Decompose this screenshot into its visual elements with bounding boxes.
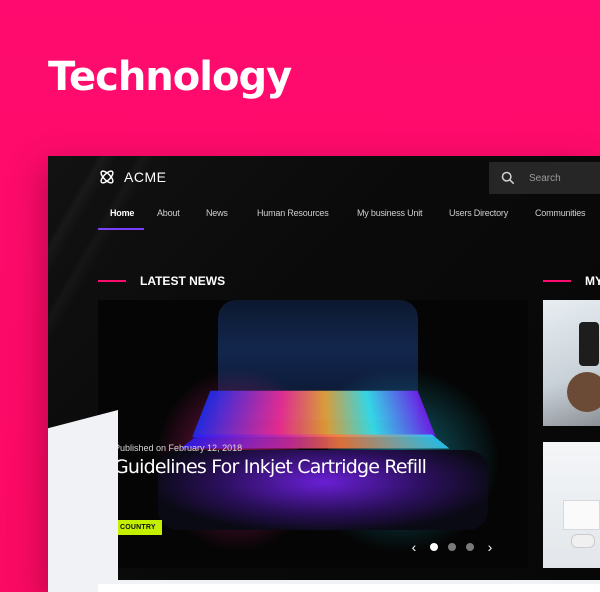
brand-logo[interactable]: ACME <box>98 168 166 186</box>
pager-dot[interactable] <box>466 543 474 551</box>
app-screenshot-frame: ACME Home About News Human Resources My … <box>48 156 600 592</box>
brand-name: ACME <box>124 169 167 185</box>
section-latest-news-label: LATEST NEWS <box>140 274 226 288</box>
thumbnail-hand-image <box>567 372 600 412</box>
section-my: MY <box>543 274 600 288</box>
thumbnail-console-image <box>563 500 600 530</box>
page-heading: Technology <box>48 54 292 100</box>
nav-item-about[interactable]: About <box>157 208 180 218</box>
search-icon <box>501 171 515 185</box>
nav-active-indicator <box>98 228 144 230</box>
side-news-thumbnail[interactable] <box>543 442 600 568</box>
slide-title[interactable]: Guidelines For Inkjet Cartridge Refill <box>114 456 427 478</box>
site-header: ACME Home About News Human Resources My … <box>48 156 600 580</box>
nav-item-communities[interactable]: Communities <box>535 208 586 218</box>
slider-pager: ‹ › <box>408 540 496 554</box>
section-latest-news: LATEST NEWS <box>98 274 225 288</box>
search-box[interactable] <box>489 162 600 194</box>
category-badge[interactable]: COUNTRY <box>114 520 162 535</box>
section-accent-bar <box>543 280 571 282</box>
chevron-right-icon[interactable]: › <box>484 540 496 554</box>
thumbnail-phone-image <box>579 322 599 366</box>
pager-dot[interactable] <box>448 543 456 551</box>
content-card <box>98 584 600 592</box>
search-input[interactable] <box>529 172 599 184</box>
nav-item-home[interactable]: Home <box>110 208 134 218</box>
background-shape <box>48 410 118 592</box>
side-news-thumbnail[interactable] <box>543 300 600 426</box>
nav-item-users-directory[interactable]: Users Directory <box>449 208 508 218</box>
nav-item-my-business-unit[interactable]: My business Unit <box>357 208 423 218</box>
atom-icon <box>100 170 114 184</box>
nav-item-news[interactable]: News <box>206 208 228 218</box>
news-slider[interactable]: Published on February 12, 2018 Guideline… <box>98 300 528 568</box>
pager-dot[interactable] <box>430 543 438 551</box>
thumbnail-gamepad-image <box>571 534 595 548</box>
slide-image-laptop-screen <box>192 390 436 437</box>
section-accent-bar <box>98 280 126 282</box>
section-my-label: MY <box>585 274 600 288</box>
slide-published-date: Published on February 12, 2018 <box>114 443 243 453</box>
nav-item-human-resources[interactable]: Human Resources <box>257 208 329 218</box>
chevron-left-icon[interactable]: ‹ <box>408 540 420 554</box>
